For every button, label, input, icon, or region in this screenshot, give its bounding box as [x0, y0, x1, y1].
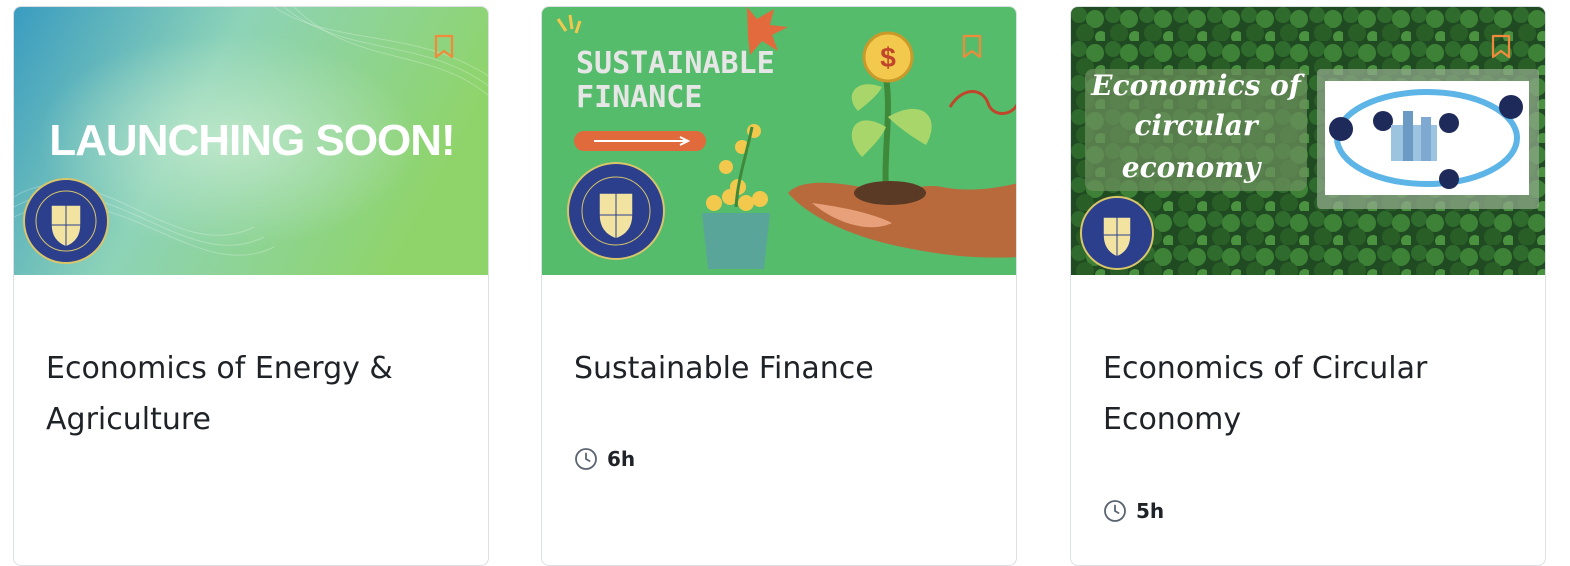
course-title[interactable]: Economics of Circular Economy: [1103, 343, 1513, 445]
bookmark-button[interactable]: [1477, 23, 1525, 71]
course-duration: 6h: [574, 447, 635, 471]
thumbnail-headline-line2: circular: [1134, 109, 1260, 142]
clock-icon: [575, 448, 597, 470]
course-thumbnail[interactable]: LAUNCHING SOON!: [14, 7, 488, 275]
thumbnail-headline-line2: FINANCE: [576, 80, 702, 115]
bookmark-icon: [434, 34, 454, 59]
futuronomics-logo: [23, 178, 109, 264]
course-thumbnail[interactable]: SUSTAINABLE FINANCE $: [542, 7, 1016, 275]
svg-text:$: $: [880, 42, 896, 73]
thumbnail-headline-line3: economy: [1122, 151, 1262, 184]
course-title[interactable]: Economics of Energy & Agriculture: [46, 343, 456, 445]
course-title[interactable]: Sustainable Finance: [574, 343, 984, 394]
duration-label: 5h: [1136, 499, 1165, 523]
course-card-energy-agriculture[interactable]: LAUNCHING SOON! Economics of Energy & Ag…: [13, 6, 489, 566]
futuronomics-logo: [1080, 196, 1154, 270]
course-thumbnail[interactable]: Economics of circular economy: [1071, 7, 1545, 275]
bookmark-icon: [1491, 34, 1511, 59]
thumbnail-headline-line1: Economics of: [1090, 69, 1306, 102]
futuronomics-logo: [567, 162, 665, 260]
course-duration: 5h: [1103, 499, 1164, 523]
thumbnail-headline-line1: SUSTAINABLE: [576, 46, 775, 81]
course-card-sustainable-finance[interactable]: SUSTAINABLE FINANCE $ Sustainable Financ…: [541, 6, 1017, 566]
bookmark-button[interactable]: [948, 23, 996, 71]
course-card-circular-economy[interactable]: Economics of circular economy Economics …: [1070, 6, 1546, 566]
duration-label: 6h: [607, 447, 636, 471]
clock-icon: [1104, 500, 1126, 522]
thumbnail-headline: LAUNCHING SOON!: [49, 116, 454, 165]
bookmark-button[interactable]: [420, 23, 468, 71]
bookmark-icon: [962, 34, 982, 59]
